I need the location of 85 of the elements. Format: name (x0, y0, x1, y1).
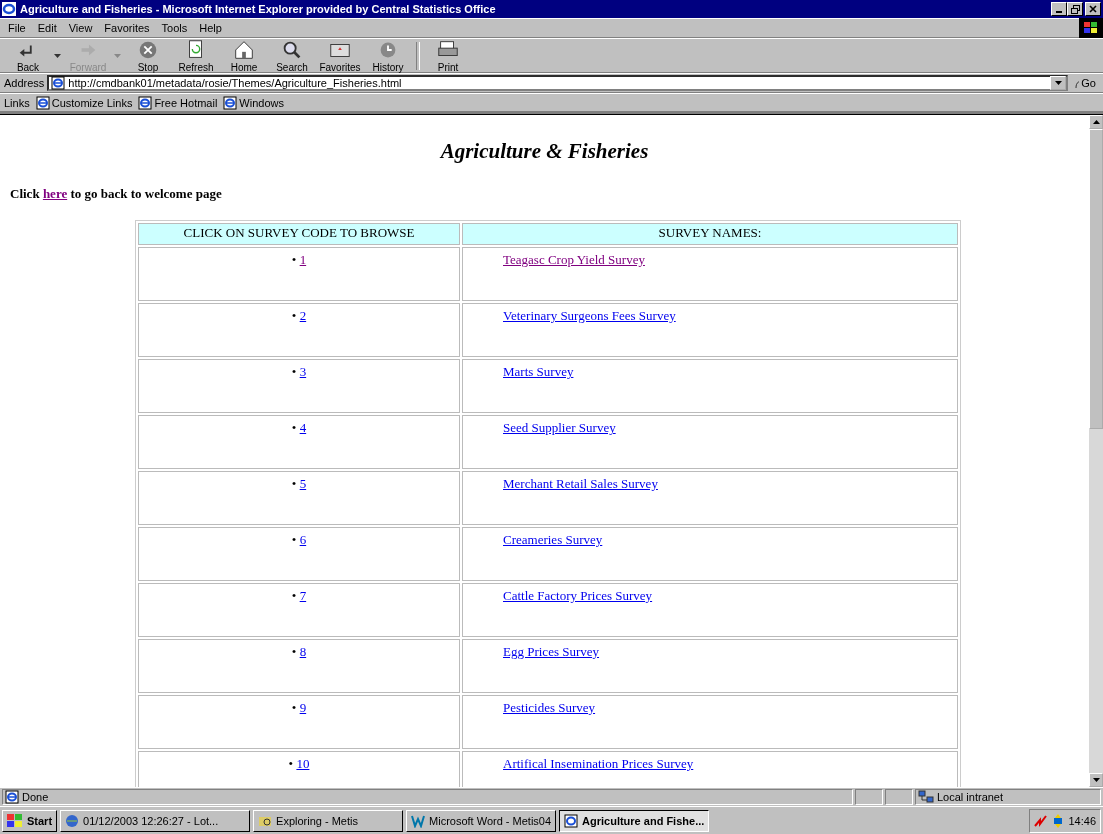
bullet: • (291, 700, 297, 715)
address-label: Address (4, 77, 45, 89)
toolbar-button[interactable]: Home (220, 38, 268, 73)
link-button[interactable]: Free Hotmail (138, 95, 218, 110)
bullet: • (291, 308, 297, 323)
survey-code-link[interactable]: 8 (299, 644, 307, 659)
survey-name-link[interactable]: Creameries Survey (503, 532, 603, 547)
menu-item[interactable]: View (68, 22, 93, 34)
bullet: • (288, 756, 294, 771)
go-button[interactable]: Go (1071, 77, 1099, 89)
taskbar-button[interactable]: Agriculture and Fishe... (559, 809, 710, 832)
bullet: • (291, 588, 297, 603)
zone-text: Local intranet (937, 791, 1004, 803)
toolbar-button[interactable]: Stop (124, 38, 172, 73)
toolbar-button[interactable]: Search (268, 38, 316, 73)
windows-logo-icon (7, 813, 23, 828)
restore-button[interactable] (1067, 2, 1083, 16)
column-header: CLICK ON SURVEY CODE TO BROWSE (138, 223, 460, 245)
link-button[interactable]: Customize Links (35, 95, 133, 110)
survey-code-link[interactable]: 5 (299, 476, 307, 491)
taskbar-button[interactable]: 01/12/2003 12:26:27 - Lot... (60, 809, 251, 832)
survey-name-link[interactable]: Pesticides Survey (503, 700, 596, 715)
scroll-up-icon[interactable] (1092, 120, 1100, 124)
welcome-link[interactable]: here (42, 186, 68, 201)
status-panel (855, 789, 883, 805)
clock: 14:46 (1068, 814, 1096, 827)
survey-name-link[interactable]: Cattle Factory Prices Survey (503, 588, 653, 603)
restore-icon (1070, 4, 1080, 14)
bullet: • (291, 364, 297, 379)
survey-code-link[interactable]: 9 (299, 700, 307, 715)
survey-code-link[interactable]: 4 (299, 420, 307, 435)
survey-name-link[interactable]: Merchant Retail Sales Survey (503, 476, 658, 491)
toolbar-button[interactable]: Print (424, 38, 472, 73)
signal-icon (1034, 814, 1049, 827)
toolbar-button[interactable]: Back (4, 38, 52, 73)
scrollbar[interactable] (1089, 115, 1103, 787)
menu-item[interactable]: File (8, 22, 26, 34)
scroll-down-icon[interactable] (1092, 778, 1100, 782)
dropdown-arrow-icon[interactable] (54, 52, 62, 59)
toolbar-button[interactable]: Favorites (316, 38, 364, 73)
survey-code-link[interactable]: 2 (299, 308, 307, 323)
address-field[interactable]: http://cmdbank01/metadata/rosie/Themes/Agriculture_Fisheries.html (47, 75, 1068, 91)
column-header: SURVEY NAMES: (462, 223, 958, 245)
globe-icon (65, 813, 80, 828)
toolbar-button[interactable]: Refresh (172, 38, 220, 73)
survey-name-link[interactable]: Marts Survey (503, 364, 574, 379)
survey-code-link[interactable]: 6 (299, 532, 307, 547)
survey-code-link[interactable]: 10 (296, 756, 310, 771)
network-icon (918, 790, 934, 804)
link-button[interactable]: Windows (223, 95, 284, 110)
minimize-button[interactable] (1051, 2, 1067, 16)
taskbar-button[interactable]: Exploring - Metis (253, 809, 404, 832)
bullet: • (291, 252, 297, 267)
page-heading: Agriculture & Fisheries (438, 139, 650, 164)
intro-text: Click here to go back to welcome page (10, 186, 223, 202)
menu-item[interactable]: Tools (161, 22, 188, 34)
windows-logo-icon (1079, 18, 1103, 38)
survey-code-link[interactable]: 7 (299, 588, 307, 603)
bullet: • (291, 420, 297, 435)
survey-name-link[interactable]: Egg Prices Survey (503, 644, 600, 659)
ie-page-icon (564, 813, 579, 828)
bullet: • (291, 532, 297, 547)
survey-code-link[interactable]: 3 (299, 364, 307, 379)
toolbar-button[interactable]: History (364, 38, 412, 73)
bullet: • (291, 476, 297, 491)
survey-code-link[interactable]: 1 (299, 252, 307, 267)
survey-name-link[interactable]: Teagasc Crop Yield Survey (503, 252, 645, 267)
ie-page-icon (51, 76, 66, 90)
survey-name-link[interactable]: Veterinary Surgeons Fees Survey (503, 308, 676, 323)
close-button[interactable] (1085, 2, 1101, 16)
links-label: Links (4, 96, 30, 109)
status-panel (885, 789, 913, 805)
window-title: Agriculture and Fisheries - Microsoft Internet Explorer provided by Central Statistics Office (20, 3, 497, 15)
menu-item[interactable]: Favorites (104, 22, 150, 34)
survey-name-link[interactable]: Artifical Insemination Prices Survey (503, 756, 694, 771)
survey-name-link[interactable]: Seed Supplier Survey (503, 420, 616, 435)
taskbar-button[interactable]: Microsoft Word - Metis04 (406, 809, 557, 832)
close-icon (1089, 5, 1097, 13)
status-text: Done (22, 791, 49, 803)
bullet: • (291, 644, 297, 659)
word-document-icon (411, 813, 426, 828)
menu-item[interactable]: Edit (37, 22, 57, 34)
menu-item[interactable]: Help (199, 22, 222, 34)
start-button[interactable]: Start (2, 809, 58, 832)
app-icon (2, 2, 16, 16)
